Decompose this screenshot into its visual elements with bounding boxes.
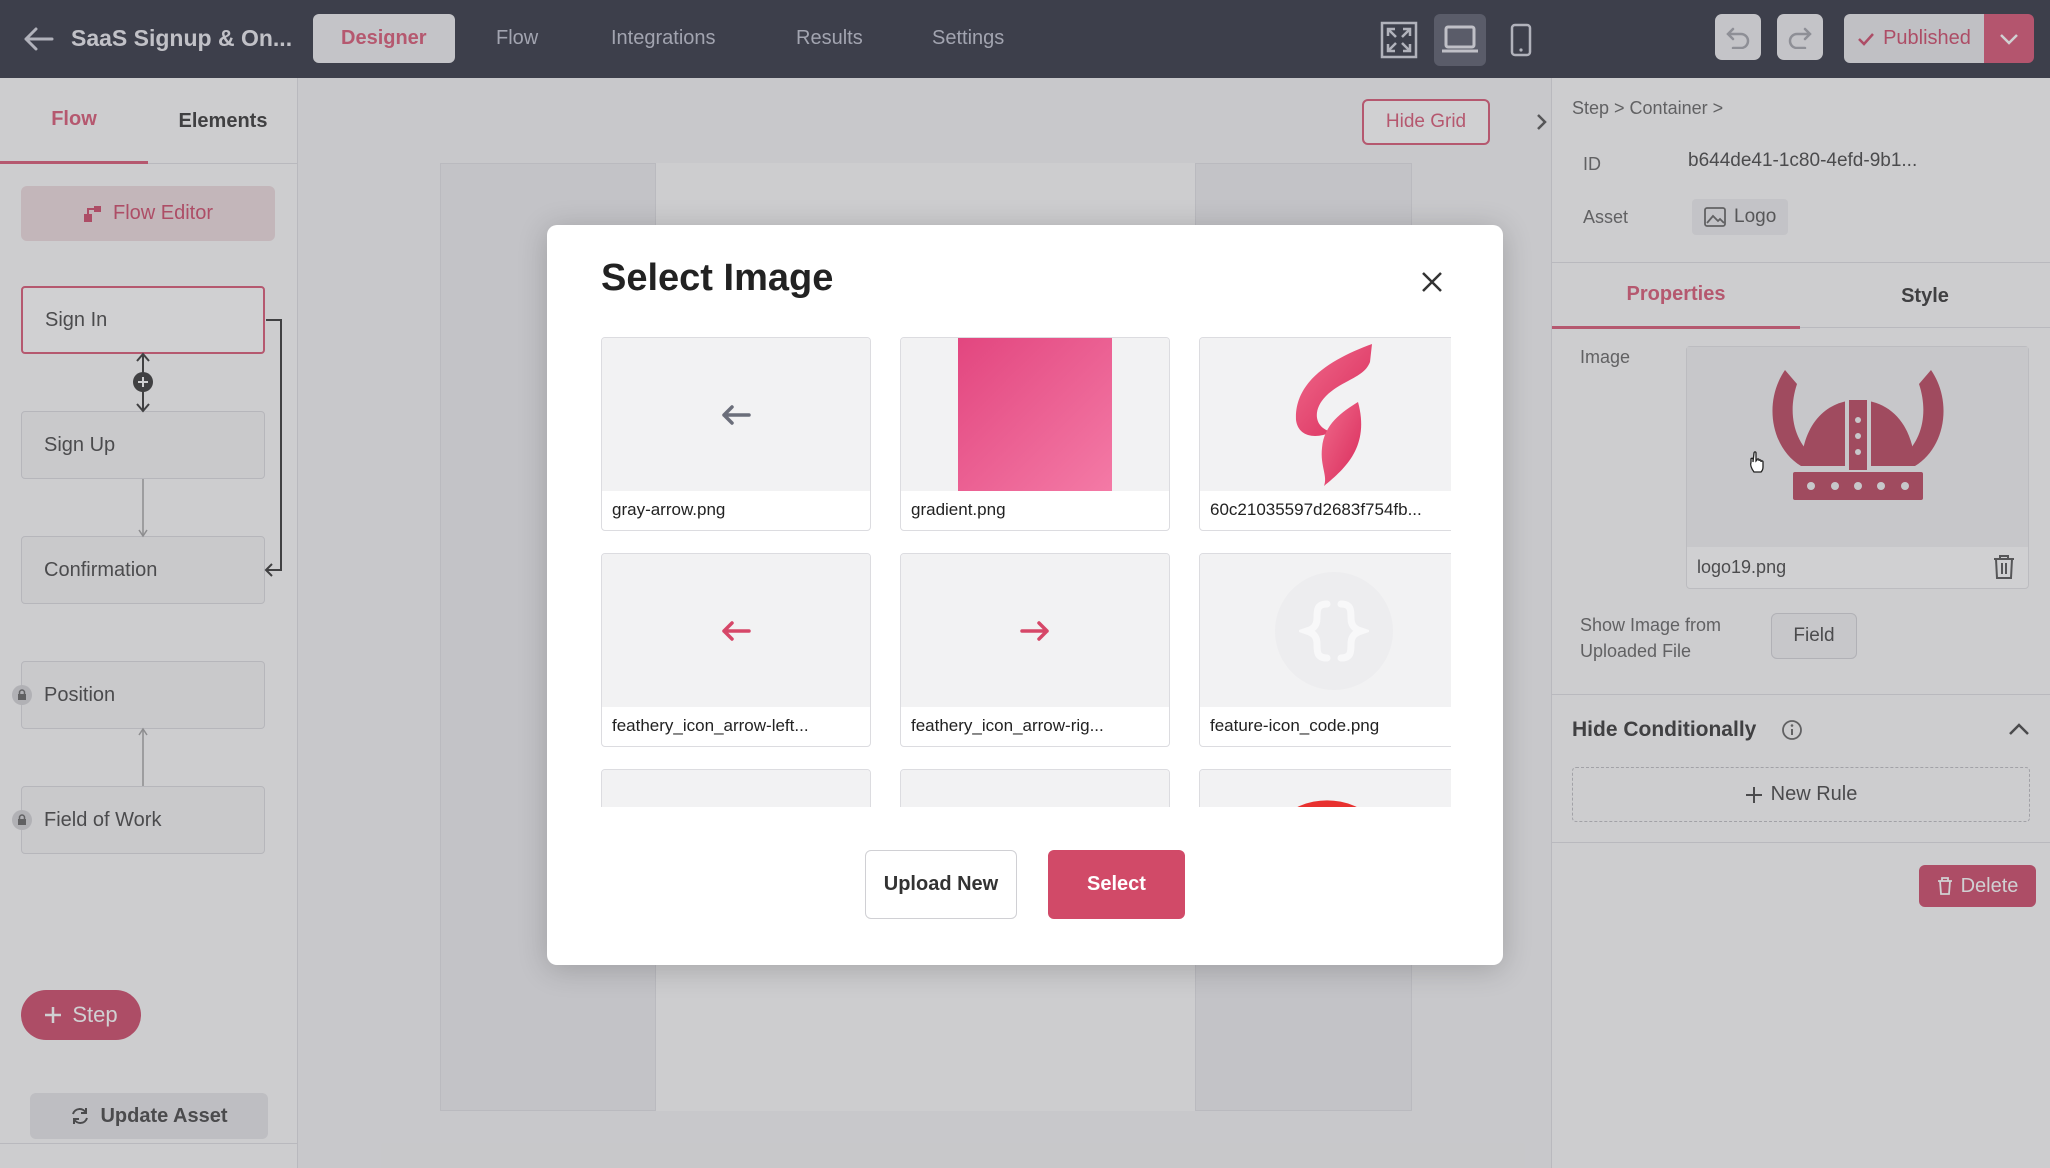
image-tile[interactable]: gray-arrow.png (601, 337, 871, 531)
code-icon (1275, 571, 1393, 690)
image-tile[interactable] (900, 769, 1170, 807)
upload-new-button[interactable]: Upload New (865, 850, 1017, 919)
image-tile[interactable]: feathery_icon_arrow-left... (601, 553, 871, 747)
image-filename: 60c21035597d2683f754fb... (1210, 500, 1422, 519)
thumbnail (1200, 770, 1451, 807)
feathery-logo-icon (1295, 343, 1372, 486)
thumbnail (901, 770, 1169, 807)
image-filename: gray-arrow.png (612, 500, 726, 519)
arrow-left-icon (722, 620, 751, 641)
red-circle-icon (1297, 800, 1357, 807)
modal-title: Select Image (601, 257, 834, 299)
mouse-cursor-icon (1748, 450, 1768, 479)
select-button[interactable]: Select (1048, 850, 1185, 919)
image-tile[interactable]: feathery_icon_arrow-rig... (900, 553, 1170, 747)
thumbnail (901, 554, 1169, 707)
gradient-swatch (958, 338, 1112, 491)
image-tile[interactable] (1199, 769, 1451, 807)
gray-arrow-icon (722, 404, 751, 425)
image-grid: gray-arrow.png gradient.png 60c21035597d… (601, 337, 1451, 807)
image-tile[interactable]: gradient.png (900, 337, 1170, 531)
arrow-right-icon (1020, 620, 1049, 641)
image-tile[interactable]: feature-icon_code.png (1199, 553, 1451, 747)
thumbnail (1200, 554, 1451, 707)
image-filename: feathery_icon_arrow-rig... (911, 716, 1104, 735)
thumbnail (602, 770, 870, 807)
thumbnail (602, 338, 870, 491)
thumbnail (901, 338, 1169, 491)
image-filename: gradient.png (911, 500, 1006, 519)
thumbnail (1200, 338, 1451, 491)
image-filename: feature-icon_code.png (1210, 716, 1380, 735)
image-tile[interactable] (601, 769, 871, 807)
image-filename: feathery_icon_arrow-left... (612, 716, 809, 735)
thumbnail (602, 554, 870, 707)
image-tile[interactable]: 60c21035597d2683f754fb... (1199, 337, 1451, 531)
close-icon[interactable] (1415, 265, 1449, 299)
select-image-modal: Select Image gray-arrow.png gradient.png (547, 225, 1503, 965)
